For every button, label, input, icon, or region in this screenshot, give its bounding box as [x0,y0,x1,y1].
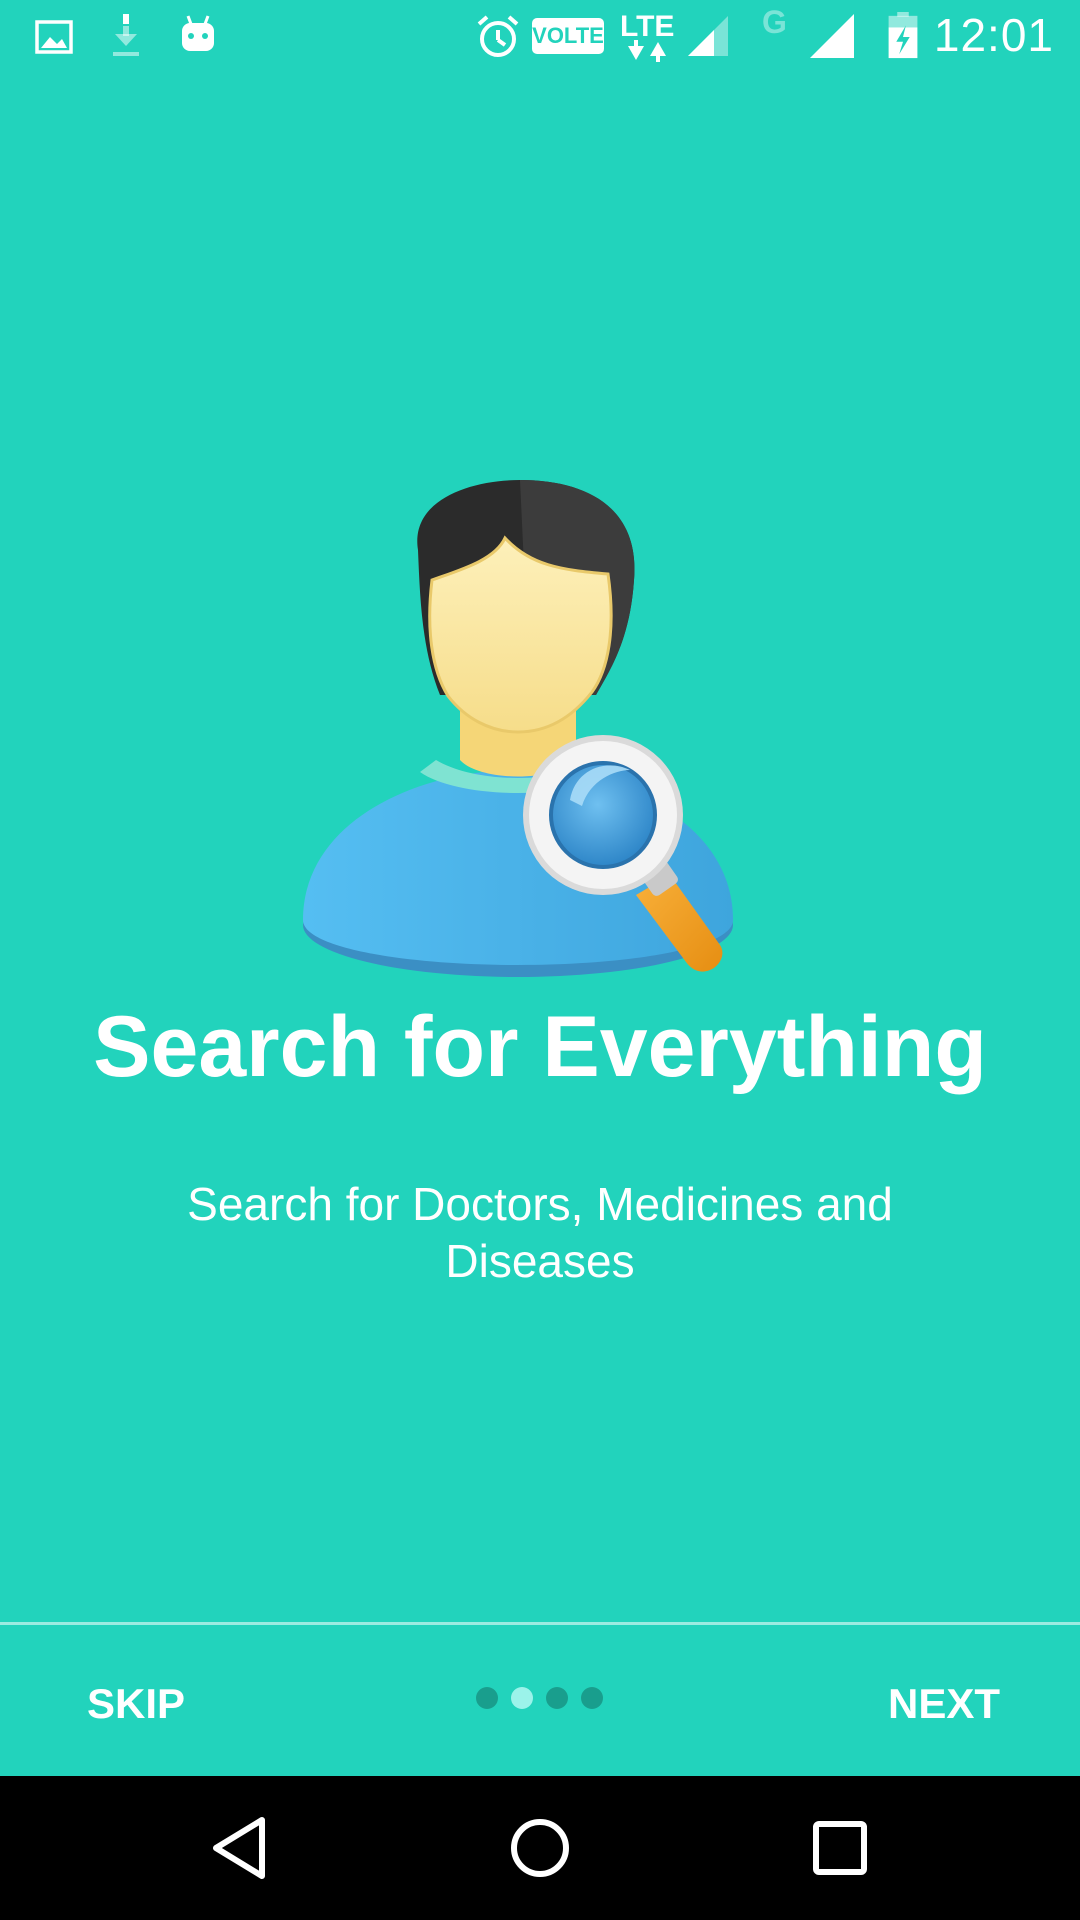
back-icon[interactable] [204,1812,276,1884]
signal-icon [810,14,854,58]
next-button[interactable]: NEXT [888,1680,1000,1728]
navigation-bar [0,1776,1080,1920]
page-description: Search for Doctors, Medicines and Diseas… [187,1178,893,1287]
onboarding-screen: VOLTE LTE G 12:01 Search for Everything … [0,0,1080,1920]
image-icon [35,20,73,54]
home-icon[interactable] [504,1812,576,1884]
volte-label: VOLTE [532,23,604,48]
lte-label: LTE [620,10,675,43]
alarm-icon [477,15,519,57]
android-icon [182,15,214,51]
lte-icon: LTE [620,10,676,62]
volte-icon: VOLTE [532,18,604,54]
page-indicator-dot-1[interactable] [476,1687,498,1709]
signal-icon [688,16,728,56]
skip-button[interactable]: SKIP [87,1680,185,1728]
page-title: Search for Everything [93,999,987,1095]
bottom-bar: SKIP NEXT [0,1625,1080,1775]
page-indicator-dot-4[interactable] [581,1687,603,1709]
page-indicator-dot-3[interactable] [546,1687,568,1709]
user-search-icon [303,480,733,977]
download-icon [113,14,139,56]
recents-icon[interactable] [804,1812,876,1884]
battery-charging-icon [888,12,918,59]
status-time: 12:01 [933,9,1054,61]
network-type-label: G [762,4,787,40]
status-bar: VOLTE LTE G 12:01 [0,0,1080,72]
page-indicator-dot-2[interactable] [511,1687,533,1709]
